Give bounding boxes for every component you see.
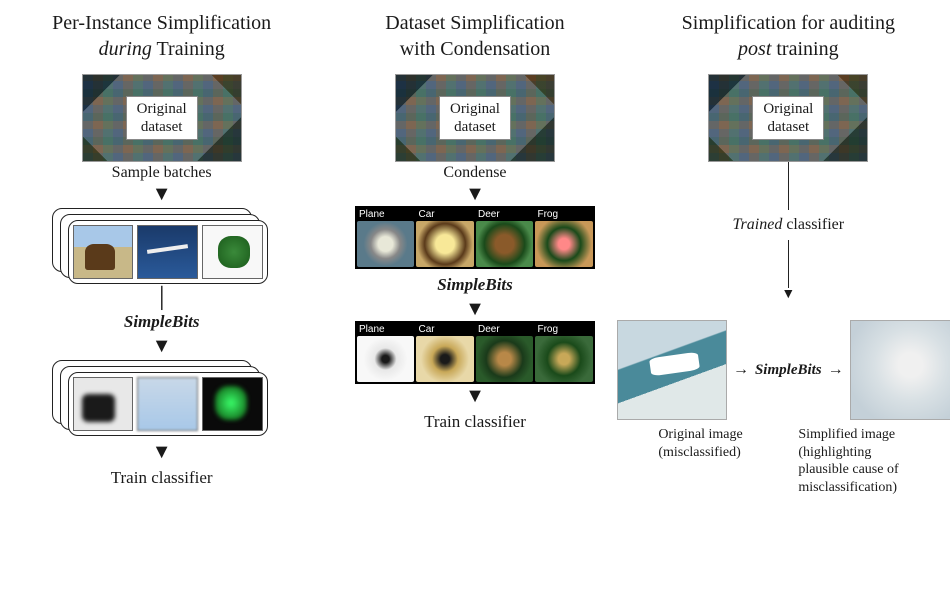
long-arrow-down: Trained classifier ▼ <box>733 162 845 302</box>
cond-cell: Deer <box>476 323 534 382</box>
col2-dataset-label-l2: dataset <box>454 119 496 135</box>
trained-label-rest: classifier <box>786 216 844 234</box>
cond-cell: Car <box>416 323 474 382</box>
col1-step1-label: Sample batches <box>112 164 212 182</box>
cond-img-car-s <box>416 336 474 382</box>
col3-dataset-label: Original dataset <box>752 96 824 140</box>
col1-final-label: Train classifier <box>111 468 213 488</box>
image-comparison-row: → SimpleBits → <box>617 320 950 420</box>
cond-img-deer <box>476 221 534 267</box>
caption-simplified-l2: (highlighting <box>798 445 871 460</box>
batch-card <box>68 220 268 284</box>
thumb-elk-simplified <box>73 377 134 431</box>
col2-dataset-mosaic: Original dataset <box>395 74 555 162</box>
col3-title-italic: post <box>738 38 771 60</box>
col2-title-line2: with Condensation <box>400 38 551 60</box>
cond-img-deer-s <box>476 336 534 382</box>
cond-label-car: Car <box>416 323 474 336</box>
col2-method-label: SimpleBits <box>437 275 513 295</box>
col1-batch-stack-simplified <box>52 360 272 438</box>
cond-cell: Frog <box>535 323 593 382</box>
col1-dataset-label: Original dataset <box>126 96 198 140</box>
caption-original-l1: Original image <box>658 427 742 442</box>
col1-title: Per-Instance Simplification during Train… <box>52 10 271 62</box>
thumb-frog <box>202 225 263 279</box>
col3-title-line1: Simplification for auditing <box>682 12 895 34</box>
col2-title: Dataset Simplification with Condensation <box>385 10 564 62</box>
column-per-instance: Per-Instance Simplification during Train… <box>12 10 312 584</box>
simplified-image <box>850 320 950 420</box>
col3-dataset-label-l1: Original <box>763 101 813 117</box>
arrow-right-icon: → <box>733 361 749 379</box>
cond-img-frog-s <box>535 336 593 382</box>
arrow-down-icon: ▼ <box>152 336 172 356</box>
caption-simplified: Simplified image (highlighting plausible… <box>798 426 918 496</box>
cond-img-plane <box>357 221 415 267</box>
thumb-frog-simplified <box>202 377 263 431</box>
arrow-down-icon: ▼ <box>465 299 485 319</box>
col1-title-rest: Training <box>152 38 225 60</box>
col2-dataset-label-l1: Original <box>450 101 500 117</box>
arrow-down-icon: ▼ <box>465 184 485 204</box>
thumb-plane-simplified <box>137 377 198 431</box>
col3-title-rest: training <box>771 38 838 60</box>
cond-cell: Car <box>416 208 474 267</box>
cond-img-car <box>416 221 474 267</box>
caption-simplified-l3: plausible cause of <box>798 462 898 477</box>
cond-label-frog: Frog <box>535 208 593 221</box>
caption-original: Original image (misclassified) <box>658 426 778 496</box>
arrow-right-icon: → <box>828 361 844 379</box>
thumb-plane <box>137 225 198 279</box>
col1-method-label: SimpleBits <box>124 312 200 332</box>
col3-body: Trained classifier ▼ → SimpleBits → Origin… <box>638 162 938 496</box>
trained-label-italic: Trained <box>733 216 783 234</box>
col2-title-line1: Dataset Simplification <box>385 12 564 34</box>
col3-method-label: SimpleBits <box>755 362 822 379</box>
column-condensation: Dataset Simplification with Condensation… <box>325 10 625 584</box>
col3-dataset-label-l2: dataset <box>767 119 809 135</box>
cond-label-plane: Plane <box>357 208 415 221</box>
col1-title-line1: Per-Instance Simplification <box>52 12 271 34</box>
cond-label-car: Car <box>416 208 474 221</box>
caption-simplified-l4: misclassification) <box>798 480 897 495</box>
caption-row: Original image (misclassified) Simplifie… <box>658 426 918 496</box>
cond-cell: Deer <box>476 208 534 267</box>
col2-step1-label: Condense <box>443 164 506 182</box>
cond-cell: Frog <box>535 208 593 267</box>
cond-cell: Plane <box>357 323 415 382</box>
col2-final-label: Train classifier <box>424 412 526 432</box>
cond-label-frog: Frog <box>535 323 593 336</box>
cond-label-plane: Plane <box>357 323 415 336</box>
condensed-row-original: Plane Car Deer Frog <box>355 206 595 269</box>
caption-original-l2: (misclassified) <box>658 445 740 460</box>
cond-img-frog <box>535 221 593 267</box>
col1-batch-stack-original <box>52 208 272 286</box>
arrow-down-icon: ▼ <box>781 288 795 302</box>
thumb-elk <box>73 225 134 279</box>
col1-dataset-mosaic: Original dataset <box>82 74 242 162</box>
col3-title: Simplification for auditing post trainin… <box>682 10 895 62</box>
col1-title-italic: during <box>99 38 152 60</box>
original-image <box>617 320 727 420</box>
col2-dataset-label: Original dataset <box>439 96 511 140</box>
col1-dataset-label-l2: dataset <box>141 119 183 135</box>
condensed-row-simplified: Plane Car Deer Frog <box>355 321 595 384</box>
arrow-down-icon: ▼ <box>465 386 485 406</box>
col3-dataset-mosaic: Original dataset <box>708 74 868 162</box>
arrow-down-icon: │ <box>155 288 169 308</box>
col1-dataset-label-l1: Original <box>137 101 187 117</box>
arrow-down-icon: ▼ <box>152 442 172 462</box>
cond-label-deer: Deer <box>476 323 534 336</box>
cond-cell: Plane <box>357 208 415 267</box>
batch-card <box>68 372 268 436</box>
column-auditing: Simplification for auditing post trainin… <box>638 10 938 584</box>
cond-label-deer: Deer <box>476 208 534 221</box>
cond-img-plane-s <box>357 336 415 382</box>
arrow-down-icon: ▼ <box>152 184 172 204</box>
caption-simplified-l1: Simplified image <box>798 427 895 442</box>
